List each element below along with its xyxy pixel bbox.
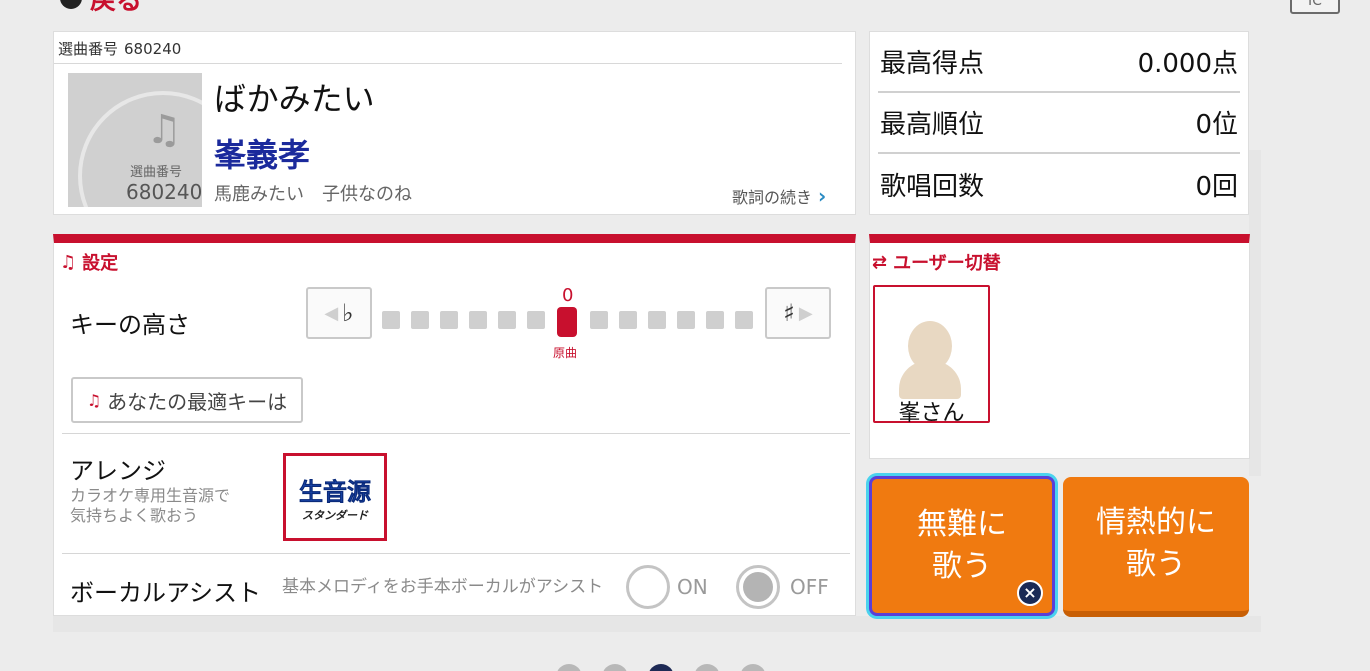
settings-panel: ♫ 設定 キーの高さ ◀ ♭ 0 原曲 ♯ ▶ ♫ あなたの最適キーは アレンジ… <box>53 234 856 616</box>
user-card[interactable]: 峯さん <box>873 285 990 426</box>
stats-shadow <box>1249 150 1261 476</box>
stat-row-sing-count: 歌唱回数 0回 <box>878 154 1240 215</box>
vocal-assist-description: 基本メロディをお手本ボーカルがアシスト <box>282 577 604 597</box>
flat-symbol: ♭ <box>342 299 354 327</box>
page-dot[interactable] <box>740 664 766 671</box>
music-note-icon: ♫ <box>86 390 102 410</box>
chevron-right-icon: › <box>818 184 827 208</box>
music-note-icon: ♫ <box>60 251 77 273</box>
divider <box>54 63 842 64</box>
arrange-logo-sub: スタンダード <box>302 508 368 522</box>
thumb-label: 選曲番号 <box>130 165 183 180</box>
stats-panel: 最高得点 0.000点 最高順位 0位 歌唱回数 0回 <box>869 31 1249 215</box>
stat-value: 0位 <box>1195 110 1238 140</box>
stat-row-best-score: 最高得点 0.000点 <box>878 32 1240 93</box>
settings-title: ♫ 設定 <box>60 249 118 275</box>
sing-passion-button[interactable]: 情熱的に 歌う <box>1063 477 1249 617</box>
song-number-label: 選曲番号 <box>58 40 119 58</box>
stat-value: 0.000点 <box>1137 49 1238 79</box>
sharp-symbol: ♯ <box>783 299 795 327</box>
lyrics-more-label: 歌詞の続き <box>732 188 813 207</box>
key-marker[interactable] <box>557 307 577 337</box>
ic-button[interactable]: IC <box>1290 0 1340 14</box>
vocal-assist-label: ボーカルアシスト <box>70 579 262 607</box>
key-scale-left <box>382 311 545 329</box>
optimal-key-label: あなたの最適キーは <box>107 389 288 414</box>
divider <box>62 433 850 434</box>
main-shadow <box>53 616 1261 632</box>
key-step <box>382 311 400 329</box>
key-step <box>527 311 545 329</box>
vocal-on-radio[interactable] <box>626 565 670 609</box>
song-title: ばかみたい <box>214 80 375 118</box>
song-info-panel: 選曲番号 680240 ♫ 選曲番号 680240 ばかみたい 峯義孝 馬鹿みたい… <box>53 31 856 215</box>
settings-title-label: 設定 <box>82 253 119 274</box>
page-dot-active[interactable] <box>648 664 674 671</box>
key-step <box>619 311 637 329</box>
key-step <box>677 311 695 329</box>
avatar-icon <box>908 321 952 371</box>
arrange-label: アレンジ <box>70 457 166 485</box>
arrange-logo-button[interactable]: 生音源 スタンダード <box>283 453 387 541</box>
song-number-value: 680240 <box>124 40 182 58</box>
stat-label: 最高得点 <box>880 49 985 79</box>
key-value: 0 <box>562 285 574 306</box>
key-sharp-button[interactable]: ♯ ▶ <box>765 287 831 339</box>
arrange-description: カラオケ専用生音源で 気持ちよく歌おう <box>70 486 230 526</box>
key-step <box>411 311 429 329</box>
stat-value: 0回 <box>1195 172 1238 202</box>
song-lyrics: 馬鹿みたい 子供なのね <box>214 184 412 205</box>
key-step <box>440 311 458 329</box>
sing-passion-line2: 歌う <box>1126 547 1186 582</box>
key-step <box>469 311 487 329</box>
sing-passion-line1: 情熱的に <box>1096 505 1216 540</box>
page-dot[interactable] <box>694 664 720 671</box>
vocal-on-label: ON <box>677 575 708 599</box>
key-height-label: キーの高さ <box>70 311 190 339</box>
stat-label: 最高順位 <box>880 110 985 140</box>
song-artist[interactable]: 峯義孝 <box>214 130 310 176</box>
back-icon <box>60 0 82 9</box>
key-step <box>735 311 753 329</box>
arrow-right-icon: ▶ <box>798 302 813 324</box>
arrow-left-icon: ◀ <box>324 302 339 324</box>
song-thumbnail: ♫ 選曲番号 680240 <box>68 73 202 207</box>
user-switch-panel: ⇄ ユーザー切替 峯さん <box>869 234 1250 459</box>
page-dot[interactable] <box>602 664 628 671</box>
vocal-off-radio[interactable] <box>736 565 780 609</box>
user-switch-label: ユーザー切替 <box>893 253 1001 274</box>
key-step <box>590 311 608 329</box>
sing-easy-line2: 歌う <box>932 549 992 584</box>
stat-label: 歌唱回数 <box>880 172 985 202</box>
divider <box>62 553 850 554</box>
arrange-desc-line1: カラオケ専用生音源で <box>70 486 231 505</box>
key-step <box>498 311 516 329</box>
close-icon[interactable]: × <box>1017 580 1043 606</box>
swap-arrows-icon: ⇄ <box>872 251 888 273</box>
page-indicator <box>556 664 766 671</box>
arrange-desc-line2: 気持ちよく歌おう <box>70 506 199 525</box>
back-button[interactable]: 戻る <box>60 0 142 16</box>
stat-row-best-rank: 最高順位 0位 <box>878 93 1240 154</box>
vocal-off-label: OFF <box>790 575 829 599</box>
key-flat-button[interactable]: ◀ ♭ <box>306 287 372 339</box>
page-dot[interactable] <box>556 664 582 671</box>
user-switch-title: ⇄ ユーザー切替 <box>872 249 1001 275</box>
lyrics-more-link[interactable]: 歌詞の続き › <box>732 184 826 208</box>
key-step <box>648 311 666 329</box>
arrange-logo-main: 生音源 <box>299 477 372 506</box>
song-number: 選曲番号 680240 <box>58 38 181 59</box>
sing-easy-line1: 無難に <box>917 507 1007 542</box>
radio-selected-dot <box>743 572 773 602</box>
optimal-key-button[interactable]: ♫ あなたの最適キーは <box>71 377 303 423</box>
key-step <box>706 311 724 329</box>
user-name: 峯さん <box>898 401 965 426</box>
thumb-number: 680240 <box>126 180 202 204</box>
music-note-icon: ♫ <box>146 107 182 153</box>
key-scale-right <box>590 311 753 329</box>
original-key-label: 原曲 <box>553 346 578 360</box>
back-label: 戻る <box>90 0 143 16</box>
